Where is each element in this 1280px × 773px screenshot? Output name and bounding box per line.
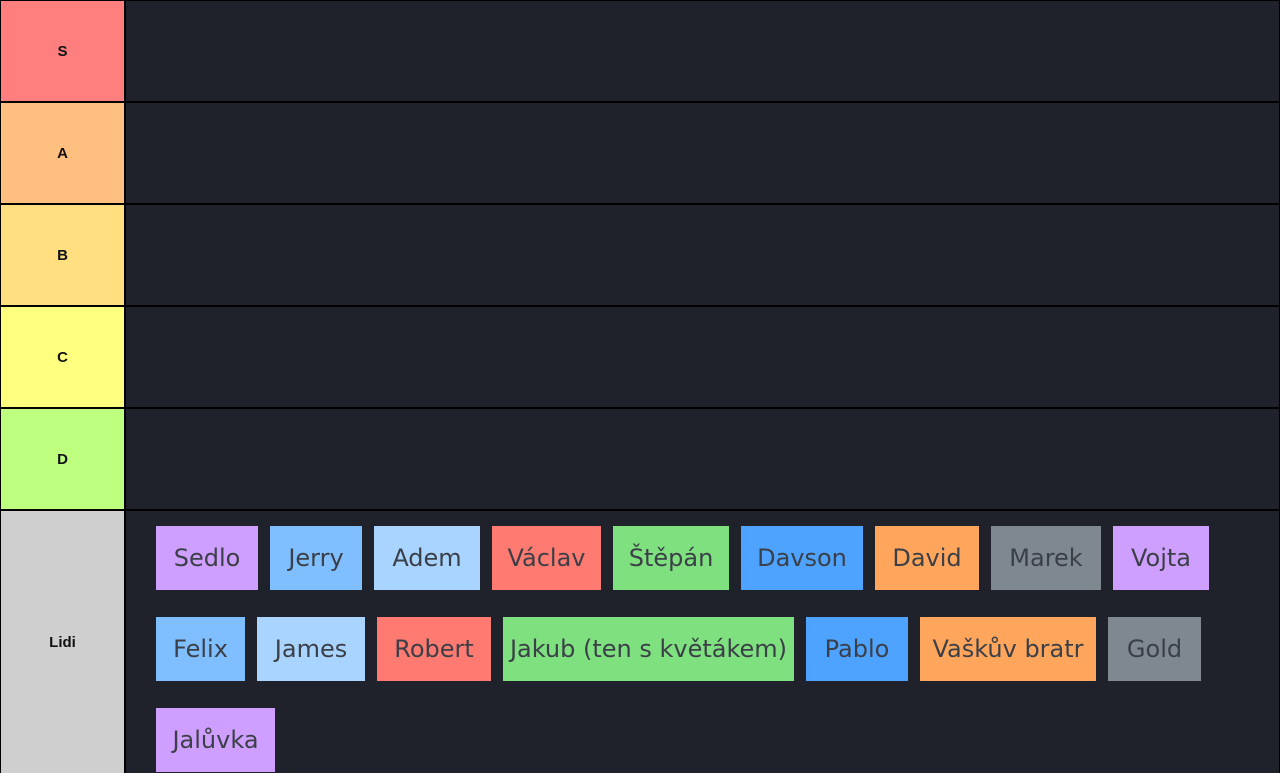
tier-row-c: C [0,307,1280,407]
item-pool-zone[interactable]: Sedlo Jerry Adem Václav Štěpán Davson Da… [126,511,1279,773]
tier-drop-zone-b[interactable] [126,205,1279,305]
tier-row-b: B [0,205,1280,305]
tier-drop-zone-a[interactable] [126,103,1279,203]
item-card[interactable]: David [875,526,979,590]
tier-list: S A B C D Lidi Sedlo Jerry Adem Václav Š… [0,0,1280,773]
tier-row-pool: Lidi Sedlo Jerry Adem Václav Štěpán Davs… [0,511,1280,773]
item-card[interactable]: Vaškův bratr [920,617,1096,681]
item-card[interactable]: Pablo [806,617,908,681]
tier-label-a[interactable]: A [1,103,124,203]
item-card[interactable]: Václav [492,526,601,590]
item-card[interactable]: Felix [156,617,245,681]
tier-row-a: A [0,103,1280,203]
tier-label-b[interactable]: B [1,205,124,305]
item-card[interactable]: Gold [1108,617,1201,681]
tier-label-d[interactable]: D [1,409,124,509]
item-card[interactable]: James [257,617,365,681]
item-card[interactable]: Marek [991,526,1101,590]
item-card[interactable]: Sedlo [156,526,258,590]
tier-drop-zone-c[interactable] [126,307,1279,407]
tier-label-c[interactable]: C [1,307,124,407]
item-card[interactable]: Jerry [270,526,362,590]
tier-drop-zone-s[interactable] [126,1,1279,101]
item-card[interactable]: Adem [374,526,480,590]
item-card[interactable]: Davson [741,526,863,590]
tier-drop-zone-d[interactable] [126,409,1279,509]
tier-label-pool[interactable]: Lidi [1,511,124,773]
item-card[interactable]: Robert [377,617,491,681]
item-card[interactable]: Jakub (ten s květákem) [503,617,794,681]
item-card[interactable]: Štěpán [613,526,729,590]
item-card[interactable]: Jalůvka [156,708,275,772]
tier-label-s[interactable]: S [1,1,124,101]
item-card[interactable]: Vojta [1113,526,1209,590]
tier-row-d: D [0,409,1280,509]
tier-row-s: S [0,1,1280,101]
